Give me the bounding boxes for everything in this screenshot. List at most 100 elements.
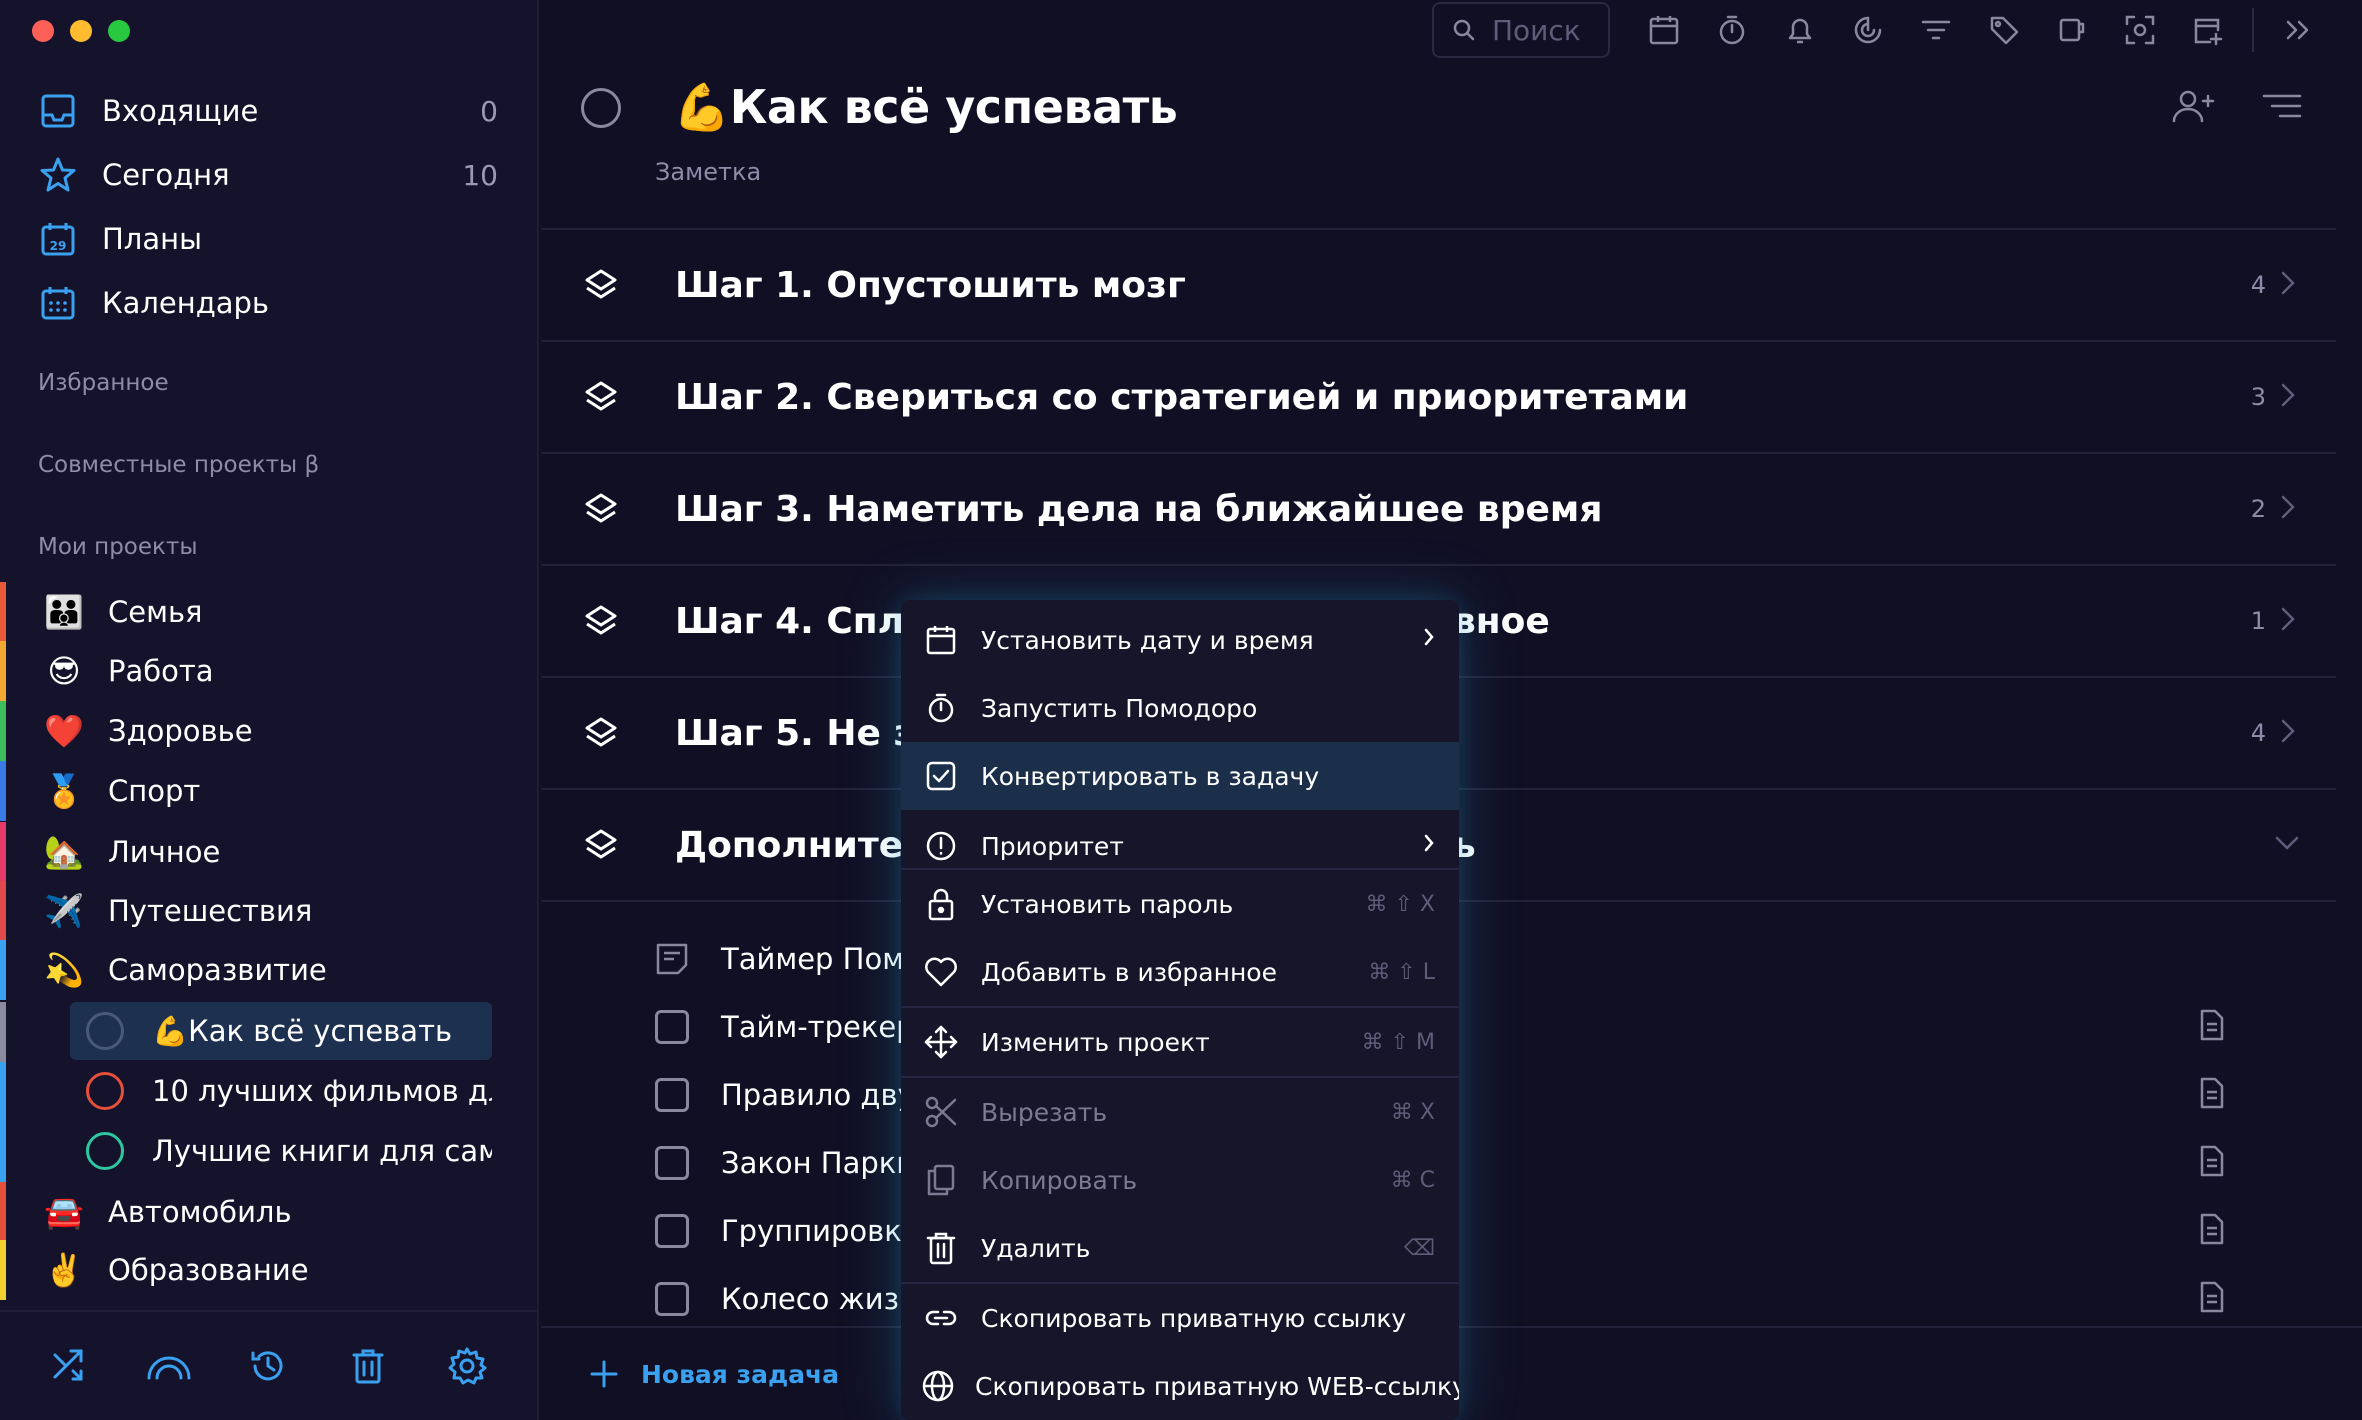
trash-icon[interactable] [344,1342,392,1390]
complete-project-circle[interactable] [581,87,621,128]
project-note-label[interactable]: Заметка [655,158,761,186]
filter-icon[interactable] [1902,2,1970,58]
close-window-button[interactable] [32,20,54,42]
menu-item-add-favorite[interactable]: Добавить в избранное ⌘ ⇧ L [901,938,1459,1006]
settings-icon[interactable] [443,1342,491,1390]
sidebar-item-count: 0 [480,94,498,128]
note-icon [655,942,689,976]
search-box[interactable]: Поиск [1432,2,1610,58]
chevron-right-icon[interactable] [2280,494,2296,524]
project-family[interactable]: 👪 Семья [0,582,500,642]
history-icon[interactable] [244,1342,292,1390]
project-emoji: 😎 [47,652,81,690]
zoom-window-button[interactable] [108,20,130,42]
subproject-how-to-do-everything[interactable]: 💪Как всё успевать [70,1002,492,1060]
project-sport[interactable]: 🏅 Спорт [0,761,500,821]
project-color-bar [0,761,6,821]
project-color-bar [0,701,6,761]
subproject-label: Лучшие книги для самор [152,1134,492,1168]
project-label: Спорт [108,774,201,808]
page-title[interactable]: 💪Как всё успевать [673,80,1178,135]
cup-icon[interactable] [2038,2,2106,58]
task-title: Таймер Помо [721,942,922,976]
priority-icon [921,826,961,866]
calendar-icon [921,620,961,660]
chevron-right-icon[interactable] [2280,382,2296,412]
layers-icon [581,825,621,865]
subproject-best-books[interactable]: Лучшие книги для самор [70,1122,492,1180]
menu-item-copy-web-link[interactable]: Скопировать приватную WEB-ссылку [901,1352,1459,1420]
sidebar-item-inbox[interactable]: Входящие 0 [38,86,498,136]
double-chevron-right-icon[interactable] [2264,2,2332,58]
shared-projects-header[interactable]: Совместные проекты β [38,452,319,478]
project-travel[interactable]: ✈️ Путешествия [0,881,500,941]
chevron-right-icon[interactable] [2280,606,2296,636]
add-calendar-icon[interactable] [2174,2,2242,58]
sidebar-item-plans[interactable]: 29 Планы [38,214,498,264]
project-health[interactable]: ❤️ Здоровье [0,701,500,761]
timer-icon [921,688,961,728]
chevron-right-icon[interactable] [2280,718,2296,748]
section-title: Шаг 1. Опустошить мозг [675,264,1186,306]
sidebar-item-label: Планы [102,222,202,256]
search-icon [1453,19,1475,41]
menu-item-label: Скопировать приватную ссылку [981,1303,1407,1333]
menu-item-convert-to-task[interactable]: Конвертировать в задачу [901,742,1459,810]
shuffle-icon[interactable] [46,1342,94,1390]
project-education[interactable]: ✌️ Образование [0,1240,500,1300]
screenshot-icon[interactable] [2106,2,2174,58]
menu-item-copy-private-link[interactable]: Скопировать приватную ссылку [901,1284,1459,1352]
favorites-header[interactable]: Избранное [38,370,169,396]
menu-item-set-date[interactable]: Установить дату и время [901,606,1459,674]
new-task-button[interactable]: Новая задача [589,1359,839,1389]
focus-icon[interactable] [1834,2,1902,58]
tag-icon[interactable] [1970,2,2038,58]
project-emoji: 🚘 [44,1193,84,1231]
section-title-tail: вное [1453,600,1550,642]
menu-item-change-project[interactable]: Изменить проект ⌘ ⇧ M [901,1008,1459,1076]
chevron-right-icon [1423,627,1435,653]
timer-icon[interactable] [1698,2,1766,58]
bell-icon[interactable] [1766,2,1834,58]
menu-item-pomodoro[interactable]: Запустить Помодоро [901,674,1459,742]
menu-item-shortcut: ⌫ [1403,1235,1435,1261]
layers-icon [581,265,621,305]
section-row[interactable]: Шаг 3. Наметить дела на ближайшее время … [541,452,2336,564]
section-count: 4 [2250,271,2266,299]
sidebar-item-count: 10 [462,158,498,192]
sort-icon[interactable] [2262,88,2302,128]
calendar-icon[interactable] [1630,2,1698,58]
layers-icon [581,377,621,417]
menu-item-set-password[interactable]: Установить пароль ⌘ ⇧ X [901,870,1459,938]
subproject-top-films[interactable]: 10 лучших фильмов для с [70,1062,492,1120]
section-row[interactable]: Шаг 2. Свериться со стратегией и приорит… [541,340,2336,452]
section-row[interactable]: Шаг 1. Опустошить мозг 4 [541,228,2336,340]
task-checkbox[interactable] [655,1282,689,1316]
menu-item-label: Изменить проект [981,1027,1210,1057]
project-label: Семья [108,595,203,629]
task-checkbox[interactable] [655,1078,689,1112]
inbox-icon [38,91,78,131]
menu-item-delete[interactable]: Удалить ⌫ [901,1214,1459,1282]
sidebar-item-today[interactable]: Сегодня 10 [38,150,498,200]
subproject-circle[interactable] [86,1132,124,1170]
rainbow-icon[interactable] [145,1342,193,1390]
project-work[interactable]: 😎 Работа [0,641,500,701]
subproject-circle[interactable] [86,1072,124,1110]
project-self-development[interactable]: 💫 Саморазвитие [0,940,500,1000]
chevron-right-icon[interactable] [2280,270,2296,300]
project-emoji: ✈️ [44,892,84,930]
project-car[interactable]: 🚘 Автомобиль [0,1182,500,1242]
project-label: Образование [108,1253,309,1287]
chevron-down-icon[interactable] [2274,835,2300,855]
menu-item-label: Вырезать [981,1097,1108,1127]
task-checkbox[interactable] [655,1010,689,1044]
add-user-icon[interactable] [2170,88,2218,128]
project-personal[interactable]: 🏡 Личное [0,822,500,882]
task-checkbox[interactable] [655,1214,689,1248]
subproject-circle[interactable] [86,1012,124,1050]
my-projects-header[interactable]: Мои проекты [38,534,197,560]
task-checkbox[interactable] [655,1146,689,1180]
minimize-window-button[interactable] [70,20,92,42]
sidebar-item-calendar[interactable]: Календарь [38,278,498,328]
